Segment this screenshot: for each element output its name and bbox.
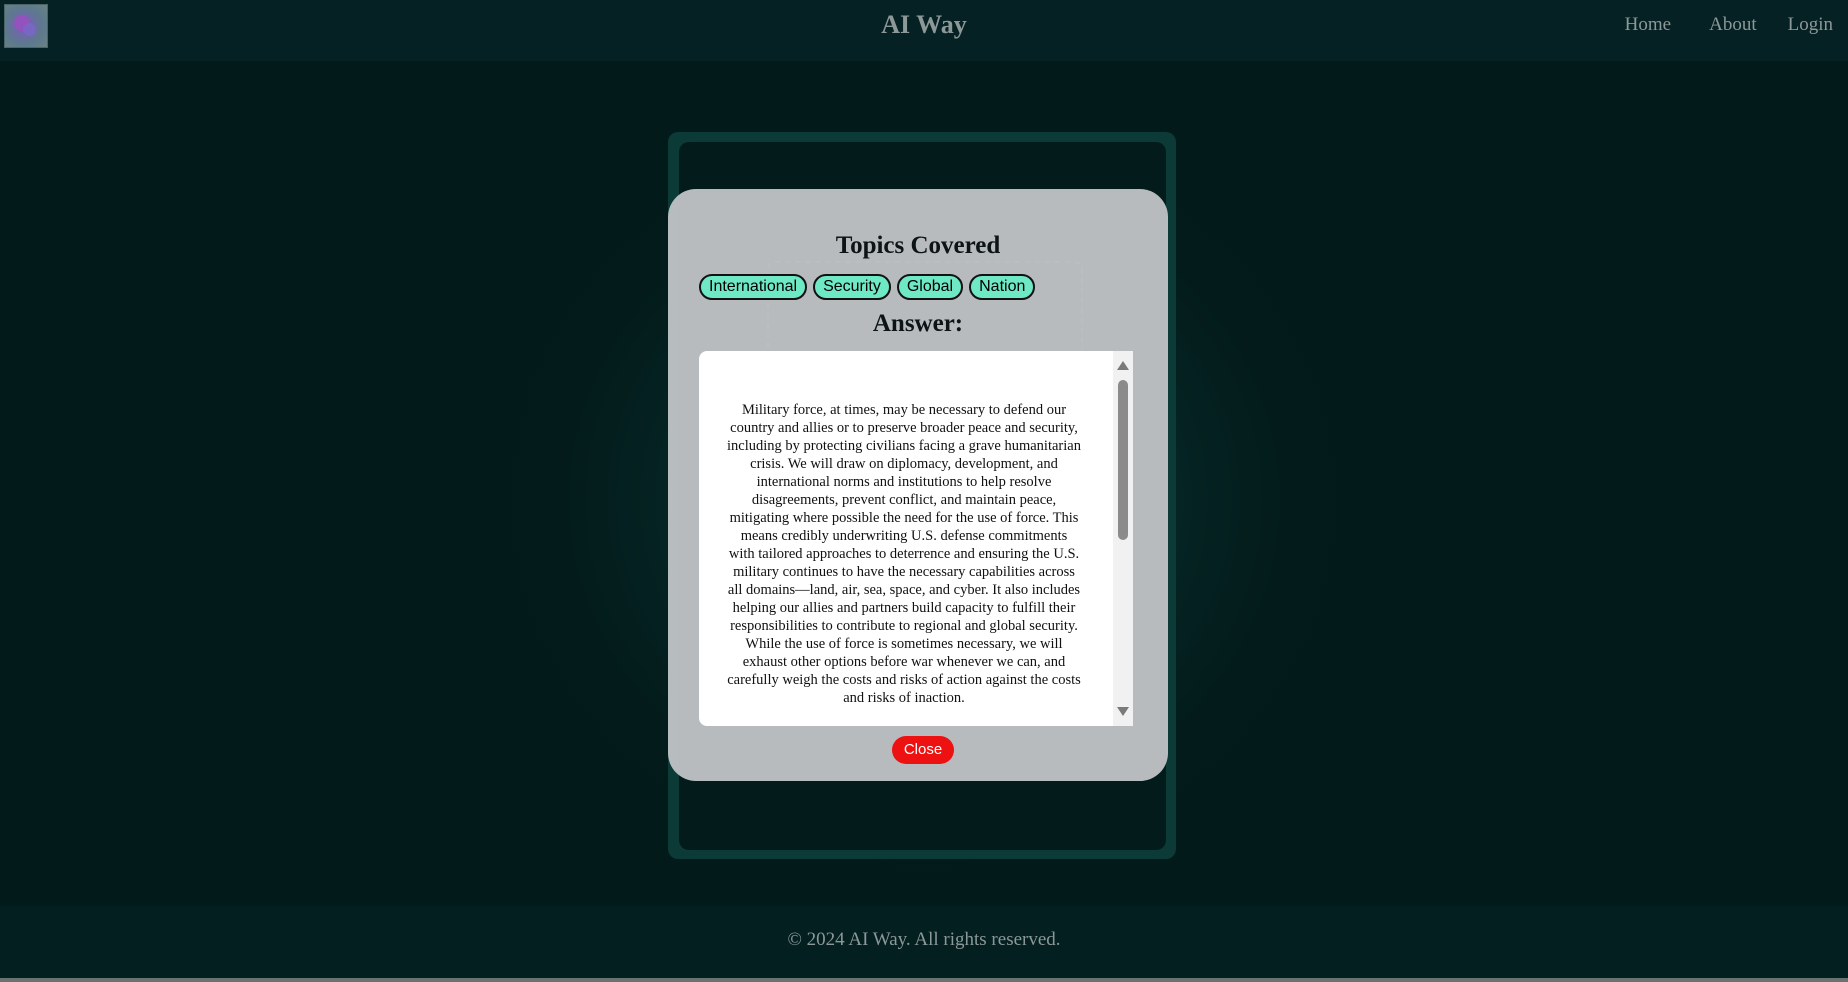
page: AI Way Home About Login Topics Covered I… bbox=[0, 0, 1848, 982]
scroll-thumb[interactable] bbox=[1118, 380, 1128, 540]
topic-tag: Security bbox=[813, 274, 891, 300]
copyright-text: © 2024 AI Way. All rights reserved. bbox=[787, 929, 1061, 950]
site-header: AI Way Home About Login bbox=[0, 0, 1848, 61]
answer-textarea[interactable]: Military force, at times, may be necessa… bbox=[699, 351, 1133, 726]
answer-text: Military force, at times, may be necessa… bbox=[727, 402, 1081, 706]
modal-title: Topics Covered bbox=[835, 232, 1001, 259]
answer-modal: Topics Covered International Security Gl… bbox=[668, 189, 1168, 781]
site-footer: © 2024 AI Way. All rights reserved. bbox=[0, 906, 1848, 978]
main-nav: Home About Login bbox=[1602, 14, 1848, 36]
answer-heading: Answer: bbox=[872, 310, 964, 337]
topic-tag: International bbox=[699, 274, 808, 300]
scroll-down-arrow-icon[interactable] bbox=[1117, 707, 1129, 716]
nav-home-link[interactable]: Home bbox=[1625, 14, 1671, 36]
nav-about-link[interactable]: About bbox=[1709, 14, 1757, 36]
answer-scrollbar[interactable] bbox=[1113, 351, 1133, 726]
nav-login-link[interactable]: Login bbox=[1788, 14, 1833, 36]
site-title: AI Way bbox=[881, 10, 967, 39]
close-button[interactable]: Close bbox=[892, 736, 954, 764]
topic-tags: International Security Global Nation bbox=[699, 274, 1041, 300]
topic-tag: Nation bbox=[969, 274, 1036, 300]
scroll-up-arrow-icon[interactable] bbox=[1117, 361, 1129, 370]
bottom-divider bbox=[0, 978, 1848, 982]
topic-tag: Global bbox=[896, 274, 964, 300]
